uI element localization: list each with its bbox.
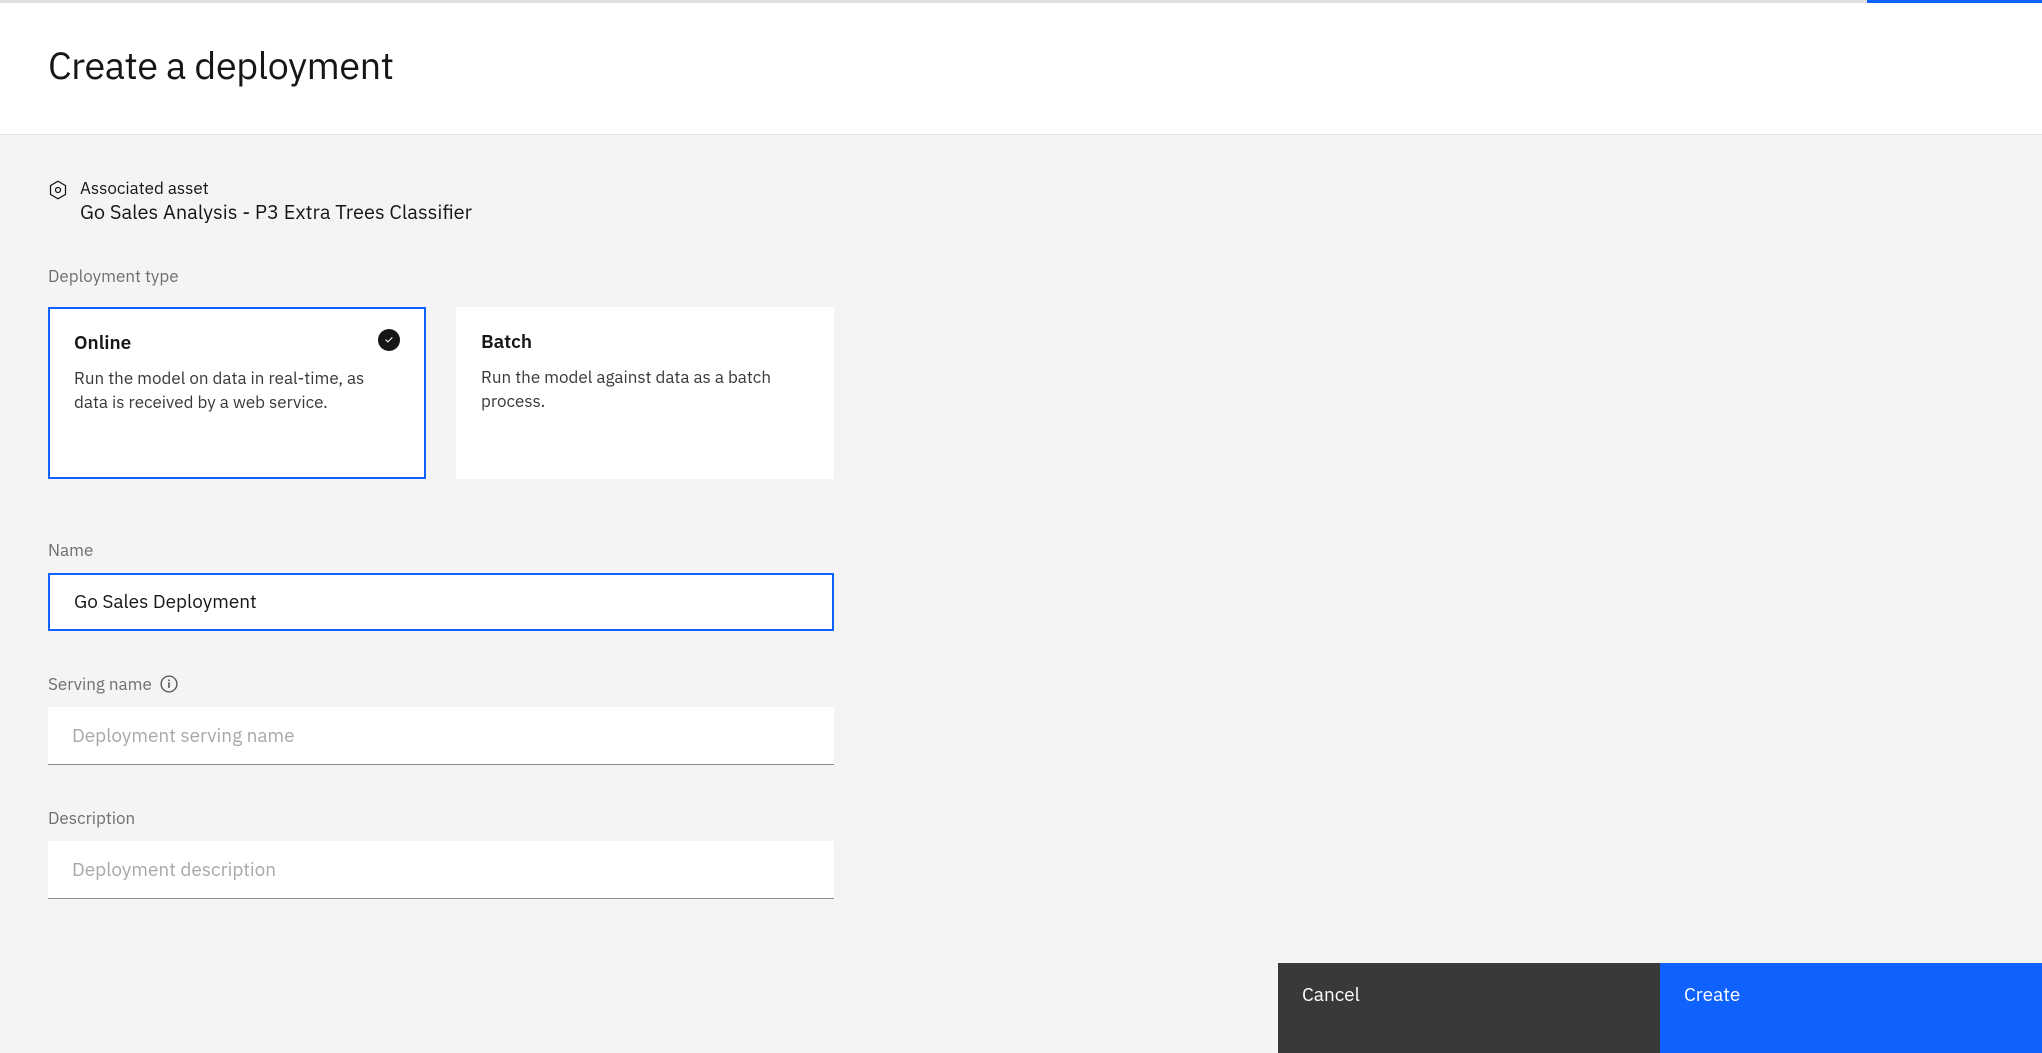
deployment-type-batch[interactable]: Batch Run the model against data as a ba… <box>456 307 834 479</box>
deployment-type-label: Deployment type <box>48 265 1994 287</box>
top-border-accent <box>1867 0 2042 3</box>
serving-name-field-group: Serving name <box>48 673 1994 765</box>
asset-icon <box>48 180 68 205</box>
info-icon[interactable] <box>160 675 178 693</box>
cancel-button[interactable]: Cancel <box>1278 963 1660 1053</box>
page-header: Create a deployment <box>0 3 2042 135</box>
deployment-type-online[interactable]: Online Run the model on data in real-tim… <box>48 307 426 479</box>
top-border <box>0 0 2042 3</box>
create-button[interactable]: Create <box>1660 963 2042 1053</box>
name-field-group: Name <box>48 539 1994 631</box>
card-title: Online <box>74 331 400 355</box>
deployment-type-cards: Online Run the model on data in real-tim… <box>48 307 1994 479</box>
description-input[interactable] <box>48 841 834 899</box>
associated-asset-label: Associated asset <box>80 177 472 199</box>
associated-asset-text: Associated asset Go Sales Analysis - P3 … <box>80 177 472 225</box>
name-label: Name <box>48 539 93 561</box>
associated-asset-row: Associated asset Go Sales Analysis - P3 … <box>48 177 1994 225</box>
associated-asset-value: Go Sales Analysis - P3 Extra Trees Class… <box>80 199 472 225</box>
serving-name-input[interactable] <box>48 707 834 765</box>
name-input[interactable] <box>48 573 834 631</box>
card-description: Run the model against data as a batch pr… <box>481 366 809 414</box>
footer-buttons: Cancel Create <box>1278 963 2042 1053</box>
page-title: Create a deployment <box>48 41 1994 90</box>
checkmark-icon <box>378 329 400 351</box>
description-field-group: Description <box>48 807 1994 899</box>
description-label: Description <box>48 807 135 829</box>
card-description: Run the model on data in real-time, as d… <box>74 367 400 415</box>
serving-name-label: Serving name <box>48 673 152 695</box>
card-title: Batch <box>481 330 809 354</box>
content-area: Associated asset Go Sales Analysis - P3 … <box>0 135 2042 899</box>
